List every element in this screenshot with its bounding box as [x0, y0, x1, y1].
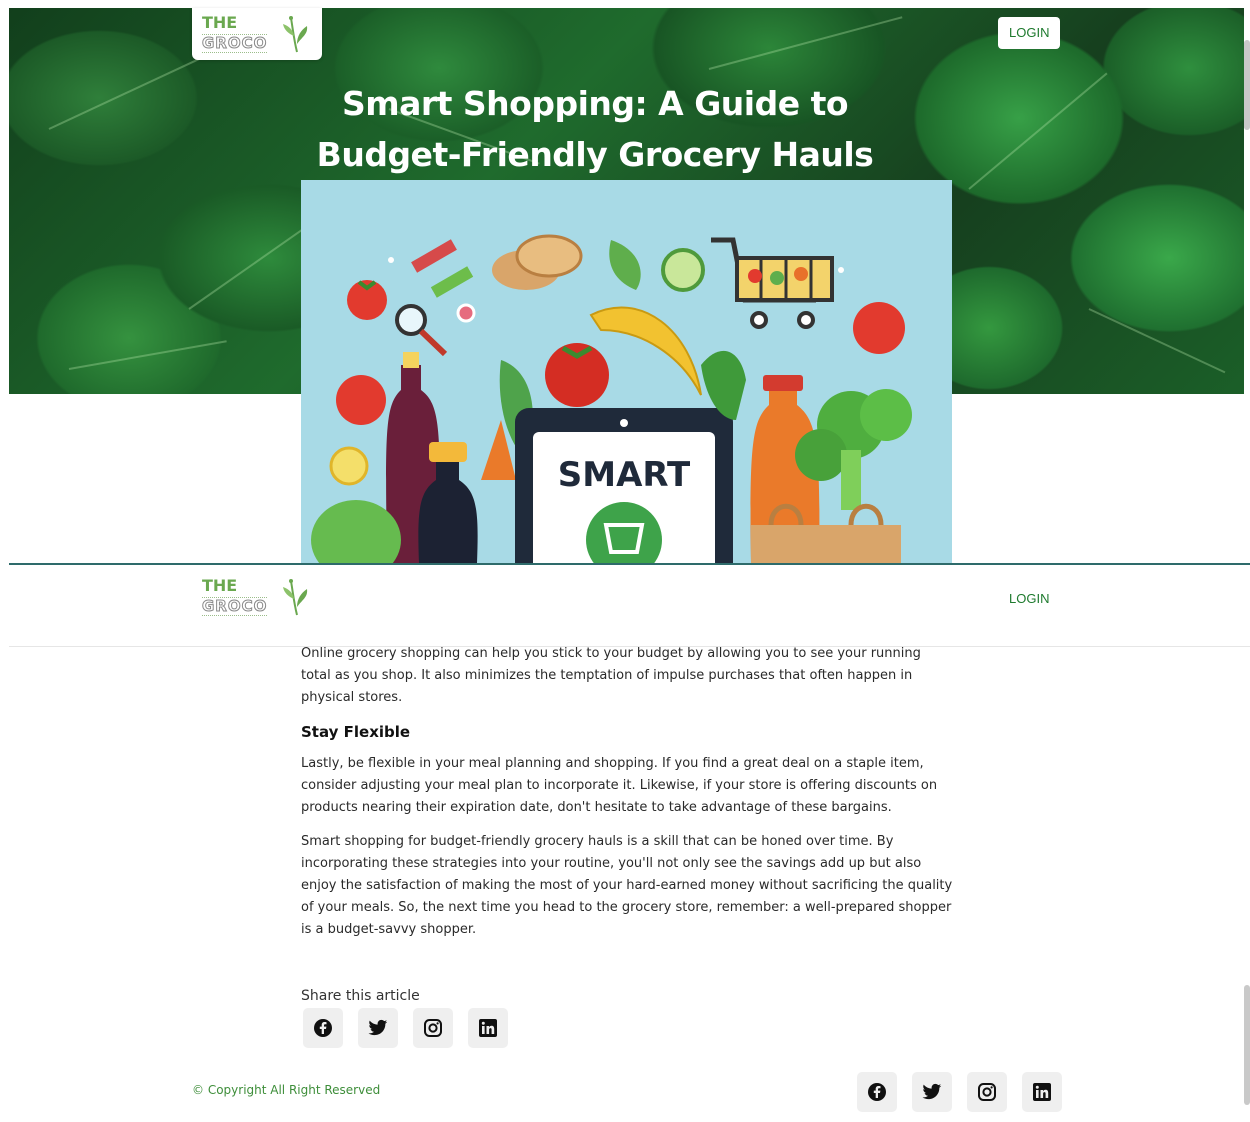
share-buttons [303, 1008, 508, 1048]
linkedin-icon [1033, 1083, 1051, 1101]
article-hero-image: SMART [301, 180, 952, 563]
twitter-icon [368, 1019, 388, 1036]
article-body: Online grocery shopping can help you sti… [301, 643, 953, 941]
article-paragraph: Online grocery shopping can help you sti… [301, 646, 921, 705]
twitter-icon [922, 1083, 942, 1100]
instagram-icon [424, 1019, 442, 1037]
login-button[interactable]: LOGIN [998, 17, 1061, 49]
article-screenshot: THE GROCO LOGIN Online grocery shopping … [0, 565, 1250, 1122]
section-heading: Stay Flexible [301, 723, 411, 741]
facebook-icon [314, 1019, 332, 1037]
footer-instagram-button[interactable] [967, 1072, 1007, 1112]
tablet-smart-text: SMART [558, 455, 691, 495]
share-label: Share this article [301, 988, 420, 1004]
top-navbar: THE GROCO LOGIN [9, 565, 1250, 647]
share-linkedin-button[interactable] [468, 1008, 508, 1048]
footer-linkedin-button[interactable] [1022, 1072, 1062, 1112]
share-facebook-button[interactable] [303, 1008, 343, 1048]
leaf-icon [283, 16, 308, 53]
scrollbar-thumb[interactable] [1244, 40, 1250, 130]
logo-text-groco: GROCO [201, 597, 268, 616]
site-logo[interactable]: THE GROCO [192, 8, 322, 60]
footer-social-links [857, 1072, 1062, 1112]
grocery-illustration: SMART [301, 180, 952, 563]
share-twitter-button[interactable] [358, 1008, 398, 1048]
page-title: Smart Shopping: A Guide to Budget-Friend… [316, 84, 874, 174]
logo-text-groco: GROCO [201, 34, 268, 53]
scrollbar-thumb[interactable] [1244, 985, 1250, 1105]
article-paragraph: Lastly, be flexible in your meal plannin… [301, 756, 938, 815]
logo-text-the: THE [202, 13, 238, 32]
copyright-text: © Copyright All Right Reserved [192, 1083, 381, 1097]
article-paragraph: Smart shopping for budget-friendly groce… [301, 834, 953, 937]
hero-screenshot: THE GROCO LOGIN Smart Shopping: A Guide … [0, 0, 1250, 563]
share-instagram-button[interactable] [413, 1008, 453, 1048]
leaf-icon [283, 579, 308, 616]
instagram-icon [978, 1083, 996, 1101]
footer-twitter-button[interactable] [912, 1072, 952, 1112]
footer-facebook-button[interactable] [857, 1072, 897, 1112]
login-button[interactable]: LOGIN [998, 583, 1060, 615]
facebook-icon [868, 1083, 886, 1101]
linkedin-icon [479, 1019, 497, 1037]
site-logo[interactable]: THE GROCO [192, 571, 322, 623]
logo-text-the: THE [202, 576, 238, 595]
